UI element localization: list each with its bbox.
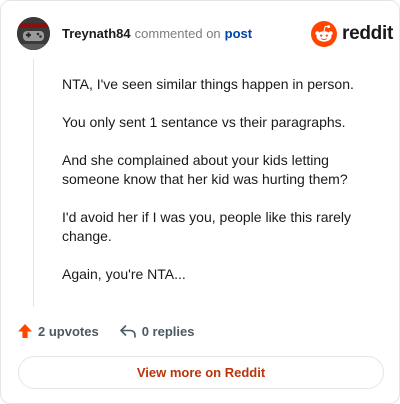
comment-paragraph: Again, you're NTA... <box>62 266 186 282</box>
comment-paragraph: And she complained about your kids letti… <box>62 152 348 187</box>
thread-line <box>33 59 34 307</box>
embedded-comment-card: Treynath84 commented on post reddit NTA, I… <box>0 0 400 404</box>
reddit-snoo-icon <box>311 21 337 47</box>
reddit-wordmark: reddit <box>342 23 393 44</box>
reply-arrow-icon <box>119 325 136 338</box>
username-link[interactable]: Treynath84 <box>62 26 131 41</box>
reply-button[interactable]: 0 replies <box>119 323 195 339</box>
post-link[interactable]: post <box>225 26 252 41</box>
comment-paragraph: NTA, I've seen similar things happen in … <box>62 76 354 92</box>
comment-body: NTA, I've seen similar things happen in … <box>62 75 382 303</box>
view-more-button[interactable]: View more on Reddit <box>18 356 384 389</box>
reddit-logo[interactable]: reddit <box>311 21 393 47</box>
comment-paragraph: I'd avoid her if I was you, people like … <box>62 209 352 244</box>
commented-on-text: commented on <box>134 26 221 41</box>
comment-actions: 2 upvotes 0 replies <box>17 321 194 341</box>
user-avatar-icon <box>17 17 50 50</box>
comment-paragraph: You only sent 1 sentance vs their paragr… <box>62 114 346 130</box>
comment-header: Treynath84 commented on post <box>62 26 252 42</box>
upvote-arrow-icon[interactable] <box>17 323 33 339</box>
reply-count: 0 replies <box>141 323 195 339</box>
upvote-count: 2 upvotes <box>38 323 99 339</box>
avatar[interactable] <box>17 17 50 50</box>
upvote-button[interactable]: 2 upvotes <box>17 323 99 339</box>
